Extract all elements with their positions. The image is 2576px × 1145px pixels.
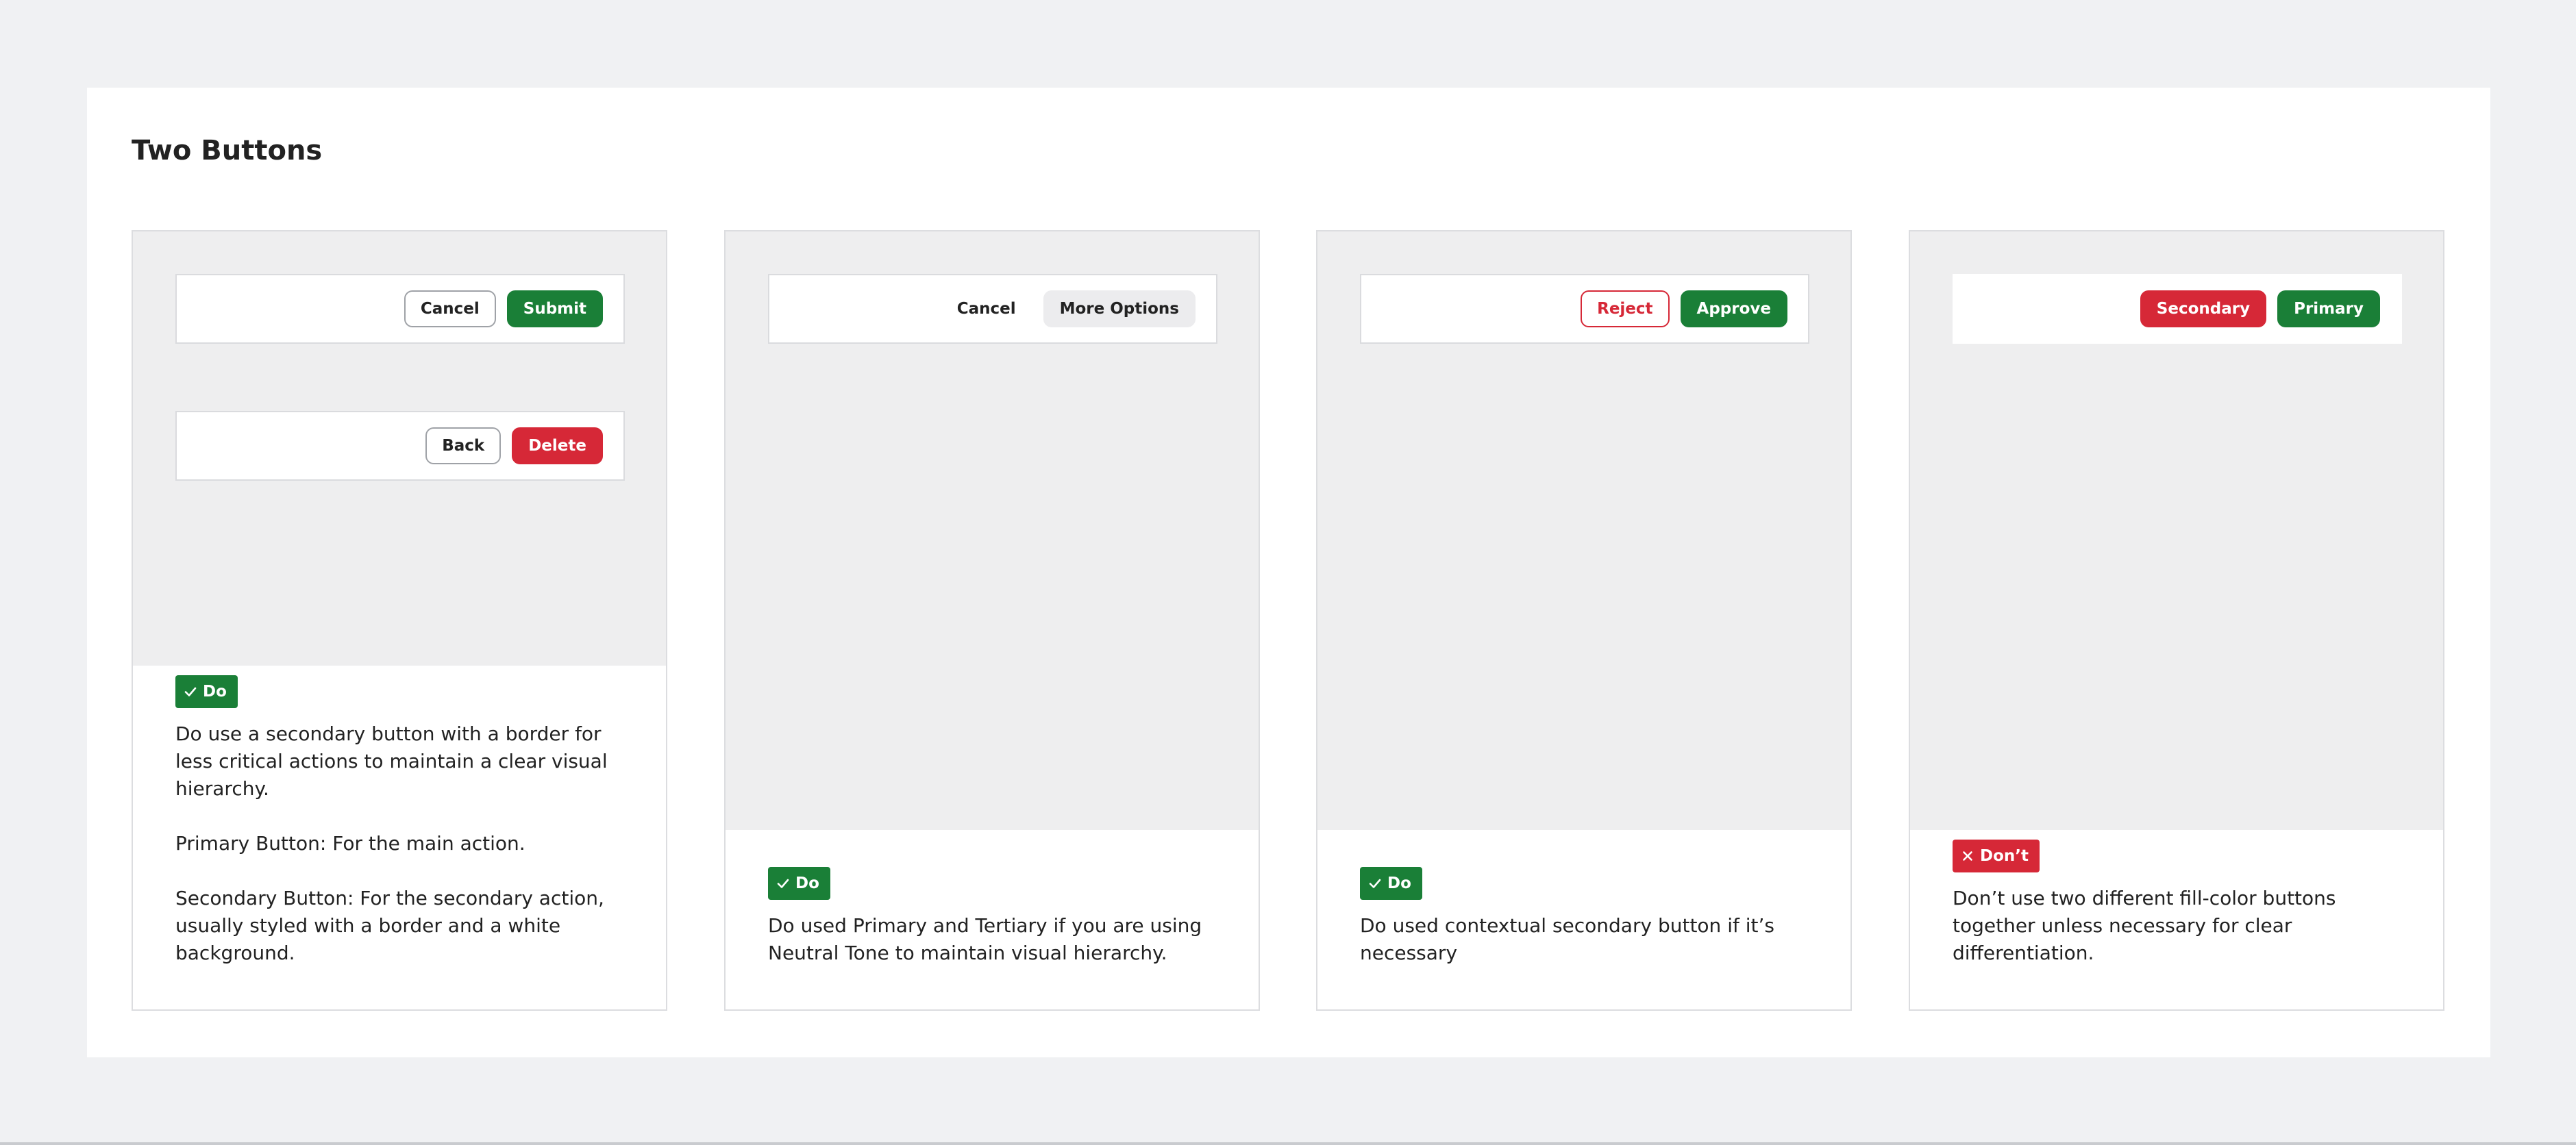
card-preview: Secondary Primary — [1910, 231, 2443, 830]
button-bar-example: Secondary Primary — [1953, 274, 2402, 344]
description-text: Secondary Button: For the secondary acti… — [175, 887, 604, 964]
page-title: Two Buttons — [132, 135, 323, 166]
submit-button[interactable]: Submit — [506, 290, 603, 327]
card-preview: Reject Approve — [1317, 231, 1850, 830]
cancel-button[interactable]: Cancel — [404, 290, 496, 327]
cancel-button[interactable]: Cancel — [941, 290, 1032, 327]
card-description: Do Do used Primary and Tertiary if you a… — [768, 867, 1224, 967]
guideline-card-3: Reject Approve Do Do used contextual sec… — [1316, 230, 1852, 1011]
reject-button[interactable]: Reject — [1581, 290, 1670, 327]
badge-label: Do — [1387, 875, 1411, 892]
description-text: Don’t use two different fill-color butto… — [1953, 887, 2336, 964]
button-bar-example: Cancel More Options — [768, 274, 1217, 344]
card-description: Don’t Don’t use two different fill-color… — [1953, 840, 2409, 967]
do-badge: Do — [1360, 867, 1422, 900]
description-text: Do use a secondary button with a border … — [175, 722, 608, 800]
guideline-panel: Two Buttons Cancel Submit Back Delete Do… — [87, 88, 2490, 1057]
card-description: Do Do use a secondary button with a bord… — [175, 675, 632, 967]
bottom-divider — [0, 1142, 2576, 1145]
guideline-card-2: Cancel More Options Do Do used Primary a… — [724, 230, 1260, 1011]
guideline-card-1: Cancel Submit Back Delete Do Do use a se… — [132, 230, 667, 1011]
check-icon — [1369, 879, 1381, 888]
dont-badge: Don’t — [1953, 840, 2040, 872]
badge-label: Do — [203, 683, 227, 701]
description-text: Do used Primary and Tertiary if you are … — [768, 914, 1202, 964]
badge-label: Don’t — [1980, 847, 2029, 865]
back-button[interactable]: Back — [425, 427, 501, 464]
badge-label: Do — [795, 875, 819, 892]
secondary-button[interactable]: Secondary — [2140, 290, 2267, 327]
guideline-card-4: Secondary Primary Don’t Don’t use two di… — [1909, 230, 2444, 1011]
button-bar-example: Reject Approve — [1360, 274, 1809, 344]
button-bar-example: Cancel Submit — [175, 274, 625, 344]
description-text: Primary Button: For the main action. — [175, 832, 525, 855]
description-text: Do used contextual secondary button if i… — [1360, 914, 1774, 964]
do-badge: Do — [768, 867, 830, 900]
primary-button[interactable]: Primary — [2277, 290, 2380, 327]
more-options-button[interactable]: More Options — [1043, 290, 1196, 327]
card-preview: Cancel Submit Back Delete — [133, 231, 666, 666]
delete-button[interactable]: Delete — [512, 427, 603, 464]
check-icon — [184, 687, 197, 696]
do-badge: Do — [175, 675, 238, 708]
approve-button[interactable]: Approve — [1680, 290, 1787, 327]
card-preview: Cancel More Options — [726, 231, 1259, 830]
check-icon — [777, 879, 789, 888]
button-bar-example: Back Delete — [175, 411, 625, 481]
x-icon — [1963, 851, 1972, 861]
card-description: Do Do used contextual secondary button i… — [1360, 867, 1816, 967]
